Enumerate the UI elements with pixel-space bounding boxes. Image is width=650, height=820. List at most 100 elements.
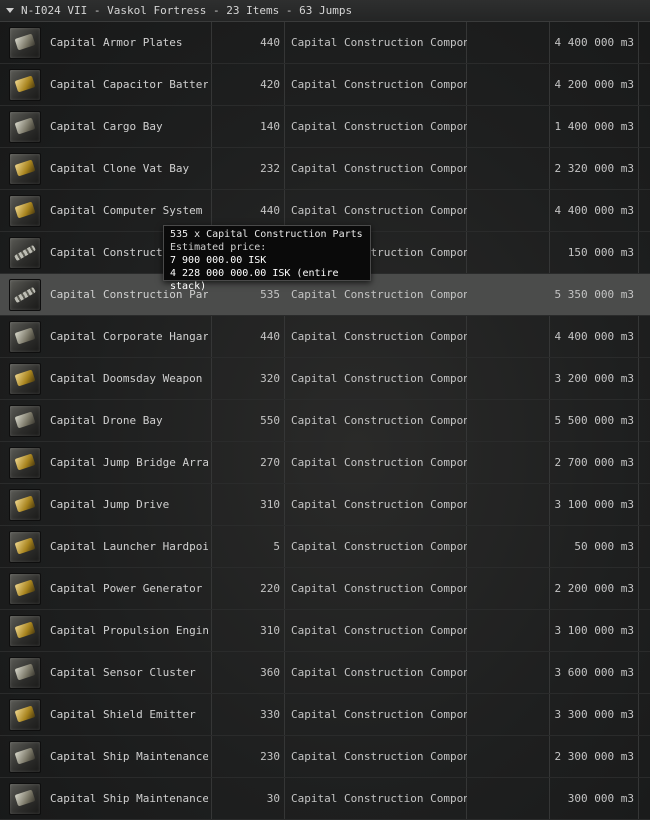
item-row[interactable]: Capital Corporate Hangar Bay 440 Capital C… [0,316,650,358]
item-volume: 4 200 000 m3 [554,78,634,91]
jump-bridge-icon[interactable] [9,447,41,479]
item-row[interactable]: Capital Cargo Bay 140 Capital Construction… [0,106,650,148]
item-row[interactable]: Capital Propulsion Engine 310 Capital Cons… [0,610,650,652]
item-group: Capital Construction Components [291,498,467,511]
item-row[interactable]: Capital Sensor Cluster 360 Capital Constru… [0,652,650,694]
item-icon-cell [5,316,45,358]
item-quantity: 550 [260,414,280,427]
item-volume: 150 000 m3 [567,246,634,259]
item-volume: 2 300 000 m3 [554,750,634,763]
item-icon-cell [5,190,45,232]
shield-emitter-icon[interactable] [9,699,41,731]
item-row[interactable]: Capital Power Generator 220 Capital Constr… [0,568,650,610]
item-group: Capital Construction Components [291,36,467,49]
clone-vat-bay-icon[interactable] [9,153,41,185]
maintenance-bay-icon[interactable] [9,741,41,773]
item-icon-cell [5,358,45,400]
item-icon-cell [5,694,45,736]
item-quantity: 270 [260,456,280,469]
item-icon-cell [5,610,45,652]
item-icon-cell [5,568,45,610]
item-group: Capital Construction Components [291,582,467,595]
item-volume: 3 100 000 m3 [554,498,634,511]
armor-plates-icon[interactable] [9,27,41,59]
item-row[interactable]: Capital Shield Emitter 330 Capital Constru… [0,694,650,736]
item-volume: 4 400 000 m3 [554,36,634,49]
item-row[interactable]: Capital Capacitor Battery 420 Capital Cons… [0,64,650,106]
tooltip-unit-price: 7 900 000.00 ISK [170,255,267,266]
item-icon-cell [5,484,45,526]
item-group: Capital Construction Components [291,792,467,805]
item-name: Capital Power Generator [50,582,203,595]
cargo-bay-icon[interactable] [9,111,41,143]
item-name: Capital Ship Maintenance Bay [50,750,208,763]
drone-bay-icon[interactable] [9,405,41,437]
item-name: Capital Armor Plates [50,36,183,49]
item-name: Capital Capacitor Battery [50,78,208,91]
item-group: Capital Construction Components [291,708,467,721]
item-icon-cell [5,232,45,274]
item-quantity: 440 [260,36,280,49]
item-name: Capital Drone Bay [50,414,163,427]
item-icon-cell [5,148,45,190]
item-row[interactable]: Capital Drone Bay 550 Capital Construction… [0,400,650,442]
item-volume: 2 320 000 m3 [554,162,634,175]
construction-parts-icon[interactable] [9,237,41,269]
item-group: Capital Construction Components [291,540,467,553]
item-row[interactable]: Capital Launcher Hardpoint 5 Capital Const… [0,526,650,568]
item-row[interactable]: Capital Armor Plates 440 Capital Construct… [0,22,650,64]
item-icon-cell [5,736,45,778]
item-volume: 4 400 000 m3 [554,204,634,217]
item-quantity: 330 [260,708,280,721]
item-volume: 3 300 000 m3 [554,708,634,721]
item-quantity: 230 [260,750,280,763]
item-row[interactable]: Capital Jump Drive 310 Capital Constructio… [0,484,650,526]
hangar-bay-icon[interactable] [9,321,41,353]
item-name: Capital Clone Vat Bay [50,162,190,175]
item-row[interactable]: Capital Clone Vat Bay 232 Capital Construc… [0,148,650,190]
item-quantity: 310 [260,498,280,511]
item-group: Capital Construction Components [291,666,467,679]
item-name: Capital Doomsday Weapon M [50,372,208,385]
item-list: Capital Armor Plates 440 Capital Construct… [0,22,650,820]
jump-drive-icon[interactable] [9,489,41,521]
item-row[interactable]: Capital Ship Maintenance Bay 30 Capital Co… [0,778,650,820]
computer-system-icon[interactable] [9,195,41,227]
item-volume: 3 100 000 m3 [554,624,634,637]
asset-window: N-I024 VII - Vaskol Fortress - 23 Items … [0,0,650,820]
item-group: Capital Construction Components [291,78,467,91]
launcher-hardpoint-icon[interactable] [9,531,41,563]
item-icon-cell [5,778,45,820]
sensor-cluster-icon[interactable] [9,657,41,689]
item-quantity: 220 [260,582,280,595]
doomsday-weapon-icon[interactable] [9,363,41,395]
location-header[interactable]: N-I024 VII - Vaskol Fortress - 23 Items … [0,0,650,22]
item-icon-cell [5,526,45,568]
tooltip-stack-price: 4 228 000 000.00 ISK (entire stack) [170,268,339,292]
maintenance-bay-icon[interactable] [9,783,41,815]
location-title: N-I024 VII - Vaskol Fortress - 23 Items … [21,3,353,17]
item-quantity: 420 [260,78,280,91]
propulsion-engine-icon[interactable] [9,615,41,647]
capacitor-battery-icon[interactable] [9,69,41,101]
item-quantity: 30 [266,792,280,805]
collapse-arrow-icon[interactable] [6,8,14,13]
item-volume: 5 350 000 m3 [554,288,634,301]
item-row[interactable]: Capital Ship Maintenance Bay 230 Capital C… [0,736,650,778]
item-volume: 5 500 000 m3 [554,414,634,427]
item-volume: 300 000 m3 [567,792,634,805]
item-group: Capital Construction Components [291,120,467,133]
item-name: Capital Propulsion Engine [50,624,208,637]
item-name: Capital Jump Drive [50,498,170,511]
item-icon-cell [5,442,45,484]
construction-parts-icon[interactable] [9,279,41,311]
item-volume: 1 400 000 m3 [554,120,634,133]
item-row[interactable]: Capital Jump Bridge Array 270 Capital Cons… [0,442,650,484]
item-name: Capital Launcher Hardpoint [50,540,208,553]
item-row[interactable]: Capital Doomsday Weapon M 320 Capital Cons… [0,358,650,400]
item-group: Capital Construction Components [291,330,467,343]
power-generator-icon[interactable] [9,573,41,605]
item-quantity: 310 [260,624,280,637]
item-name: Capital Corporate Hangar Bay [50,330,208,343]
item-volume: 3 200 000 m3 [554,372,634,385]
